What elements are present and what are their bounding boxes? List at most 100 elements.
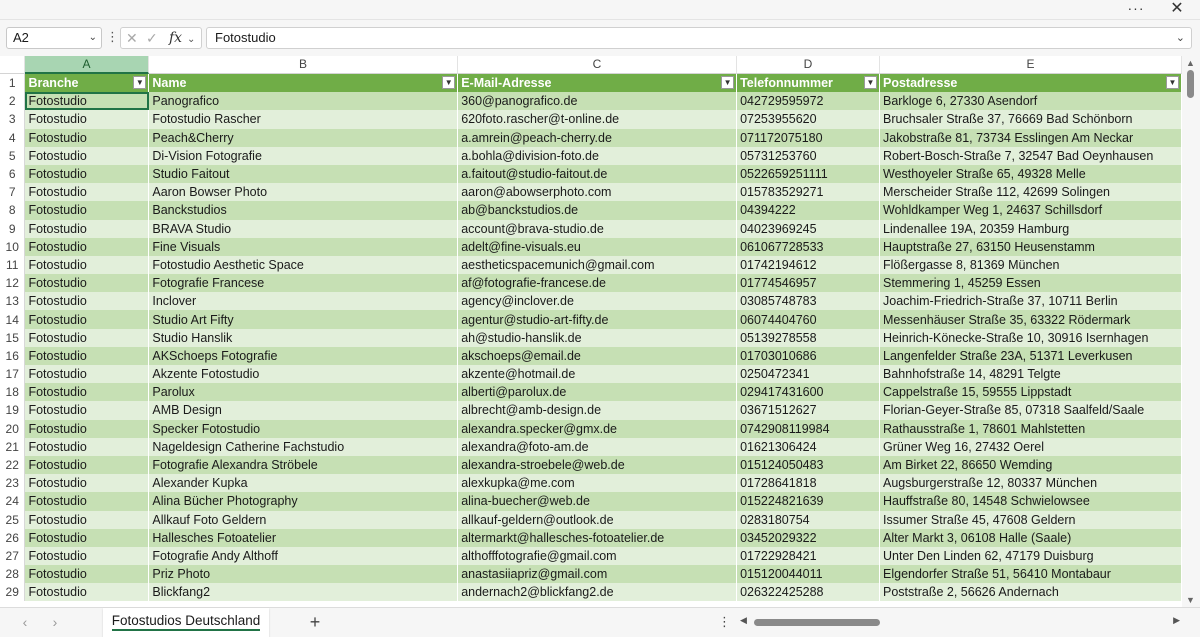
cell-telefon[interactable]: 01728641818 bbox=[736, 474, 880, 493]
chevron-down-icon[interactable]: ⌄ bbox=[89, 28, 97, 48]
cell-postadresse[interactable]: Merscheider Straße 112, 42699 Solingen bbox=[879, 183, 1182, 202]
cell-postadresse[interactable]: Hauptstraße 27, 63150 Heusenstamm bbox=[879, 237, 1182, 256]
cell-name[interactable]: AKSchoeps Fotografie bbox=[148, 346, 459, 365]
row-number[interactable]: 3 bbox=[0, 110, 26, 129]
cell-postadresse[interactable]: Florian-Geyer-Straße 85, 07318 Saalfeld/… bbox=[879, 401, 1182, 420]
cell-branche[interactable]: Fotostudio bbox=[24, 455, 150, 475]
cell-name[interactable]: Fotostudio Rascher bbox=[148, 110, 459, 129]
cell-branche[interactable]: Fotostudio bbox=[24, 492, 150, 511]
cell-telefon[interactable]: 0522659251111 bbox=[736, 164, 880, 184]
cell-telefon[interactable]: 015224821639 bbox=[736, 492, 880, 511]
row-number[interactable]: 29 bbox=[0, 583, 26, 602]
cell-email[interactable]: alina-buecher@web.de bbox=[457, 492, 738, 511]
cell-name[interactable]: Blickfang2 bbox=[148, 583, 459, 602]
column-header-a[interactable]: A bbox=[25, 56, 149, 74]
cell-name[interactable]: Nageldesign Catherine Fachstudio bbox=[148, 437, 459, 456]
row-number[interactable]: 5 bbox=[0, 146, 26, 165]
cell-email[interactable]: althofffotografie@gmail.com bbox=[457, 546, 738, 566]
cell-branche[interactable]: Fotostudio bbox=[24, 201, 150, 220]
cell-email[interactable]: adelt@fine-visuals.eu bbox=[457, 237, 738, 256]
cell-telefon[interactable]: 015124050483 bbox=[736, 455, 880, 475]
cell-postadresse[interactable]: Joachim-Friedrich-Straße 37, 10711 Berli… bbox=[879, 292, 1182, 311]
filter-dropdown-icon[interactable]: ▼ bbox=[442, 76, 456, 89]
cell-postadresse[interactable]: Wohldkamper Weg 1, 24637 Schillsdorf bbox=[879, 201, 1182, 220]
cell-email[interactable]: albrecht@amb-design.de bbox=[457, 401, 738, 420]
header-cell-telefon[interactable]: Telefonnummer ▼ bbox=[736, 74, 880, 93]
cell-name[interactable]: AMB Design bbox=[148, 401, 459, 420]
cell-branche[interactable]: Fotostudio bbox=[24, 383, 150, 402]
cell-email[interactable]: allkauf-geldern@outlook.de bbox=[457, 510, 738, 529]
cell-postadresse[interactable]: Robert-Bosch-Straße 7, 32547 Bad Oeynhau… bbox=[879, 146, 1182, 165]
next-sheet-icon[interactable]: › bbox=[46, 613, 64, 631]
cell-name[interactable]: Specker Fotostudio bbox=[148, 419, 459, 438]
cell-name[interactable]: Studio Art Fifty bbox=[148, 310, 459, 329]
cell-telefon[interactable]: 05139278558 bbox=[736, 328, 880, 347]
cell-name[interactable]: Akzente Fotostudio bbox=[148, 365, 459, 384]
cell-postadresse[interactable]: Barkloge 6, 27330 Asendorf bbox=[879, 92, 1182, 111]
cell-name[interactable]: Studio Hanslik bbox=[148, 328, 459, 347]
cell-telefon[interactable]: 029417431600 bbox=[736, 383, 880, 402]
cell-telefon[interactable]: 04394222 bbox=[736, 201, 880, 220]
cell-telefon[interactable]: 071172075180 bbox=[736, 128, 880, 147]
cell-telefon[interactable]: 03452029322 bbox=[736, 528, 880, 547]
cell-postadresse[interactable]: Poststraße 2, 56626 Andernach bbox=[879, 583, 1182, 602]
cell-postadresse[interactable]: Westhoyeler Straße 65, 49328 Melle bbox=[879, 164, 1182, 184]
cell-postadresse[interactable]: Lindenallee 19A, 20359 Hamburg bbox=[879, 219, 1182, 238]
cell-postadresse[interactable]: Jakobstraße 81, 73734 Esslingen Am Necka… bbox=[879, 128, 1182, 147]
cell-email[interactable]: alexandra.specker@gmx.de bbox=[457, 419, 738, 438]
cell-telefon[interactable]: 015783529271 bbox=[736, 183, 880, 202]
cell-telefon[interactable]: 04023969245 bbox=[736, 219, 880, 238]
cell-email[interactable]: ab@banckstudios.de bbox=[457, 201, 738, 220]
cell-telefon[interactable]: 03085748783 bbox=[736, 292, 880, 311]
row-number[interactable]: 12 bbox=[0, 274, 26, 293]
scroll-up-icon[interactable]: ▲ bbox=[1186, 58, 1195, 68]
row-number[interactable]: 27 bbox=[0, 546, 26, 566]
filter-dropdown-icon[interactable]: ▼ bbox=[864, 76, 877, 89]
scroll-right-icon[interactable]: ▶ bbox=[1173, 615, 1180, 626]
row-number[interactable]: 24 bbox=[0, 492, 26, 511]
cell-postadresse[interactable]: Hauffstraße 80, 14548 Schwielowsee bbox=[879, 492, 1182, 511]
scroll-down-icon[interactable]: ▼ bbox=[1186, 595, 1195, 605]
cell-telefon[interactable]: 03671512627 bbox=[736, 401, 880, 420]
column-header-d[interactable]: D bbox=[737, 56, 880, 74]
cell-telefon[interactable]: 042729595972 bbox=[736, 92, 880, 111]
row-number[interactable]: 17 bbox=[0, 365, 26, 384]
row-number[interactable]: 8 bbox=[0, 201, 26, 220]
cell-postadresse[interactable]: Flößergasse 8, 81369 München bbox=[879, 255, 1182, 275]
cell-postadresse[interactable]: Messenhäuser Straße 35, 63322 Rödermark bbox=[879, 310, 1182, 329]
row-number[interactable]: 22 bbox=[0, 455, 26, 475]
cell-branche[interactable]: Fotostudio bbox=[24, 183, 150, 202]
cell-postadresse[interactable]: Am Birket 22, 86650 Wemding bbox=[879, 455, 1182, 475]
cell-name[interactable]: Alina Bücher Photography bbox=[148, 492, 459, 511]
cell-email[interactable]: ah@studio-hanslik.de bbox=[457, 328, 738, 347]
cell-name[interactable]: Banckstudios bbox=[148, 201, 459, 220]
cell-name[interactable]: Aaron Bowser Photo bbox=[148, 183, 459, 202]
add-sheet-button[interactable]: + bbox=[305, 611, 325, 633]
previous-sheet-icon[interactable]: ‹ bbox=[16, 613, 34, 631]
cell-branche[interactable]: Fotostudio bbox=[24, 292, 150, 311]
sheet-tab-fotostudios-deutschland[interactable]: Fotostudios Deutschland bbox=[103, 608, 269, 637]
cell-branche[interactable]: Fotostudio bbox=[24, 528, 150, 547]
cell-telefon[interactable]: 01722928421 bbox=[736, 546, 880, 566]
cell-email[interactable]: andernach2@blickfang2.de bbox=[457, 583, 738, 602]
vertical-scrollbar[interactable]: ▲ ▼ bbox=[1182, 56, 1200, 607]
horizontal-scrollbar[interactable]: ◀ ▶ bbox=[738, 613, 1182, 631]
cell-name[interactable]: Peach&Cherry bbox=[148, 128, 459, 147]
cell-telefon[interactable]: 0742908119984 bbox=[736, 419, 880, 438]
cell-email[interactable]: alberti@parolux.de bbox=[457, 383, 738, 402]
vertical-dots-icon[interactable]: ⋮ bbox=[106, 27, 119, 49]
cell-branche[interactable]: Fotostudio bbox=[24, 565, 150, 584]
cell-email[interactable]: account@brava-studio.de bbox=[457, 219, 738, 238]
header-cell-name[interactable]: Name ▼ bbox=[148, 74, 459, 93]
cell-telefon[interactable]: 0283180754 bbox=[736, 510, 880, 529]
cell-branche[interactable]: Fotostudio bbox=[24, 474, 150, 493]
row-number[interactable]: 11 bbox=[0, 255, 26, 275]
filter-dropdown-icon[interactable]: ▼ bbox=[133, 76, 147, 89]
cell-branche[interactable]: Fotostudio bbox=[24, 92, 150, 111]
cell-name[interactable]: Fotografie Francese bbox=[148, 274, 459, 293]
cell-email[interactable]: 360@panografico.de bbox=[457, 92, 738, 111]
header-cell-branche[interactable]: Branche ▼ bbox=[24, 74, 150, 93]
select-all-corner[interactable] bbox=[0, 56, 25, 74]
cell-telefon[interactable]: 01742194612 bbox=[736, 255, 880, 275]
cell-postadresse[interactable]: Elgendorfer Straße 51, 56410 Montabaur bbox=[879, 565, 1182, 584]
